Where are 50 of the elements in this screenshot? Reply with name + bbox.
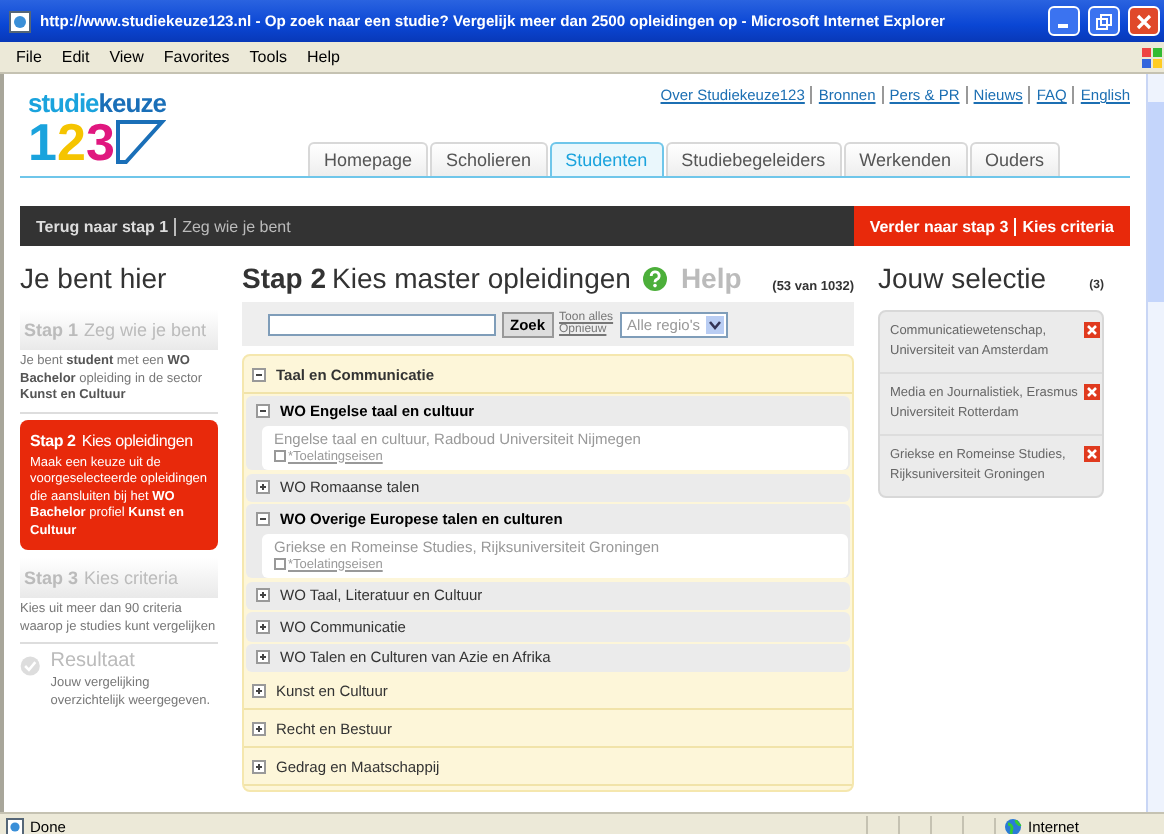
expand-icon[interactable]: [252, 759, 266, 773]
expand-icon: [274, 558, 286, 570]
menu-item[interactable]: Favorites: [163, 48, 230, 66]
expand-icon[interactable]: [252, 721, 266, 735]
back-link[interactable]: Terug naar stap 1 Zeg wie je bent: [20, 206, 854, 246]
maximize-button[interactable]: [1088, 6, 1120, 36]
pen-icon: [114, 118, 167, 166]
expand-icon[interactable]: [252, 683, 266, 697]
remove-icon[interactable]: [1084, 446, 1100, 462]
nav-tab[interactable]: Studiebegeleiders: [665, 142, 842, 176]
menu-item[interactable]: View: [109, 48, 144, 66]
expand-icon[interactable]: [256, 619, 270, 634]
minimize-button[interactable]: [1048, 6, 1080, 36]
menu-item[interactable]: Help: [306, 48, 340, 66]
help-icon[interactable]: [642, 265, 669, 291]
dropdown-arrow-icon: [706, 315, 724, 333]
close-button[interactable]: [1128, 6, 1160, 36]
next-button[interactable]: Verder naar stap 3 Kies criteria: [853, 206, 1130, 246]
page-icon: [8, 9, 32, 33]
selection-title: Jouw selectie: [878, 262, 1047, 294]
nav-tab[interactable]: Homepage: [308, 142, 429, 176]
logo-number[interactable]: 123: [28, 116, 115, 168]
page-icon: [6, 817, 24, 834]
windows-flag-icon: [1140, 45, 1164, 69]
check-icon: [20, 650, 41, 682]
globe-icon: [1004, 817, 1022, 834]
menu-item[interactable]: File: [16, 48, 42, 66]
step-title: Stap 2 Kies opleidingen: [30, 431, 195, 449]
logo-wordmark[interactable]: studiekeuze: [28, 90, 288, 116]
nav-tab[interactable]: Ouders: [969, 142, 1061, 176]
expand-icon: [274, 450, 286, 462]
expand-icon[interactable]: [256, 588, 270, 603]
menu-item[interactable]: Edit: [61, 48, 90, 66]
collapse-icon[interactable]: [256, 403, 270, 418]
menu-item[interactable]: Tools: [249, 48, 287, 66]
scrollbar[interactable]: [1146, 74, 1164, 812]
page-heading: Stap 2 Kies master opleidingen: [242, 262, 631, 294]
remove-icon[interactable]: [1084, 322, 1100, 338]
nav-tab[interactable]: Scholieren: [430, 142, 548, 176]
sidebar-title: Je bent hier: [20, 262, 169, 294]
nav-tab[interactable]: Werkenden: [843, 142, 968, 176]
search-field[interactable]: [268, 313, 496, 335]
restore-icon: [1096, 13, 1112, 29]
expand-icon[interactable]: [256, 650, 270, 665]
close-icon: [1136, 13, 1152, 29]
remove-icon[interactable]: [1084, 384, 1100, 400]
expand-icon[interactable]: [256, 480, 270, 495]
collapse-icon[interactable]: [256, 511, 270, 526]
collapse-icon[interactable]: [252, 367, 266, 381]
step-title: Resultaat: [50, 650, 137, 672]
